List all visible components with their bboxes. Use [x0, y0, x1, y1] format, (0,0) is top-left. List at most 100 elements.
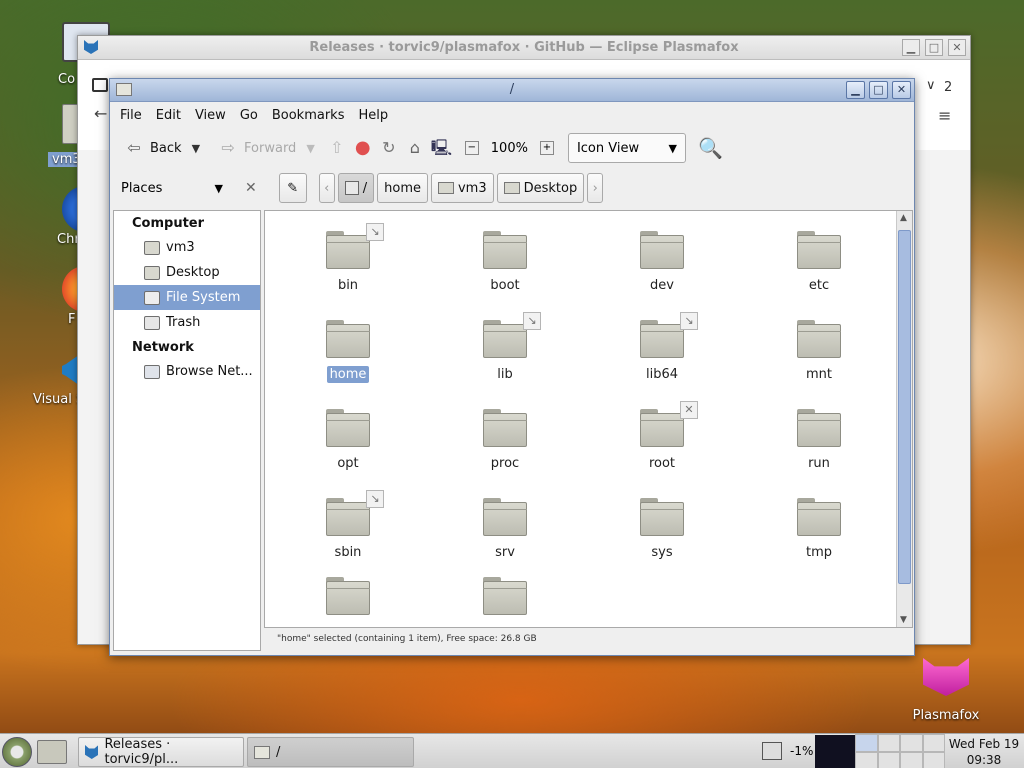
forward-button[interactable]: ⇨ Forward: [214, 133, 300, 163]
scroll-up-arrow-icon[interactable]: ▲: [900, 213, 907, 223]
crumb-desktop[interactable]: Desktop: [496, 173, 585, 203]
chevron-down-icon[interactable]: ∨: [926, 78, 936, 93]
home-folder-icon: [144, 240, 160, 255]
sidebar-item-vm3[interactable]: vm3: [114, 235, 260, 260]
folder-name: lib: [497, 367, 513, 382]
folder-item[interactable]: ✕ root: [602, 401, 722, 472]
sidepane-select[interactable]: Places ▼: [113, 173, 229, 203]
folder-item[interactable]: mnt: [759, 320, 879, 383]
fm-title: /: [509, 82, 515, 97]
folder-name: sys: [651, 545, 673, 560]
drive-icon: [344, 181, 359, 195]
folder-item[interactable]: [445, 577, 565, 615]
workspace-3[interactable]: [900, 734, 923, 752]
show-desktop-button[interactable]: [37, 740, 67, 764]
workspace-4[interactable]: [922, 734, 945, 752]
path-scroll-left[interactable]: ‹: [318, 173, 335, 203]
home-icon[interactable]: ⌂: [405, 138, 425, 158]
menu-view[interactable]: View: [195, 108, 226, 123]
path-scroll-right[interactable]: ›: [587, 173, 604, 203]
folder-item[interactable]: dev: [602, 231, 722, 294]
folder-item[interactable]: boot: [445, 231, 565, 294]
clock[interactable]: Wed Feb 19 09:38: [946, 736, 1022, 768]
close-button[interactable]: ✕: [892, 81, 911, 99]
stop-icon[interactable]: ●: [353, 138, 373, 158]
sidebar-item-trash[interactable]: Trash: [114, 310, 260, 335]
folder-item[interactable]: etc: [759, 231, 879, 294]
folder-name: run: [808, 456, 830, 471]
folder-item[interactable]: ↘ sbin: [288, 490, 408, 561]
clock-time: 09:38: [966, 753, 1002, 767]
folder-item[interactable]: proc: [445, 409, 565, 472]
workspace-2[interactable]: [877, 734, 900, 752]
menu-bookmarks[interactable]: Bookmarks: [272, 108, 345, 123]
icon-view[interactable]: ↘ bin boot dev etc home ↘ lib ↘ lib64 mnt opt proc ✕ r…: [264, 210, 913, 628]
task-browser[interactable]: Releases · torvic9/pl...: [78, 737, 244, 767]
menu-go[interactable]: Go: [240, 108, 258, 123]
desktop-icon-plasmafox[interactable]: Plasmafox: [910, 658, 982, 723]
sidebar-item-desktop[interactable]: Desktop: [114, 260, 260, 285]
forward-history-dropdown[interactable]: ▼: [306, 142, 314, 155]
up-arrow-icon[interactable]: ⇧: [327, 138, 347, 158]
crumb-vm3[interactable]: vm3: [430, 173, 494, 203]
folder-icon: [797, 498, 841, 536]
folder-item[interactable]: ↘ lib: [445, 312, 565, 383]
folder-item[interactable]: ↘ bin: [288, 223, 408, 294]
cpu-monitor-icon[interactable]: [762, 742, 782, 760]
workspace-1[interactable]: [855, 734, 878, 752]
workspace-8[interactable]: [922, 751, 945, 768]
workspace-pager[interactable]: [855, 734, 945, 768]
task-file-manager[interactable]: /: [247, 737, 414, 767]
maximize-button[interactable]: □: [925, 39, 943, 56]
fm-titlebar[interactable]: / ▁ □ ✕: [110, 79, 914, 102]
desktop-folder-icon: [144, 265, 160, 280]
minimize-button[interactable]: ▁: [902, 39, 920, 56]
search-icon[interactable]: 🔍: [698, 136, 723, 160]
close-button[interactable]: ✕: [948, 39, 966, 56]
folder-item[interactable]: run: [759, 409, 879, 472]
vertical-scrollbar[interactable]: ▲ ▼: [896, 211, 912, 627]
symlink-emblem-icon: ↘: [680, 312, 698, 330]
folder-item[interactable]: home: [288, 320, 408, 383]
back-history-dropdown[interactable]: ▼: [192, 142, 200, 155]
crumb-root[interactable]: /: [337, 173, 375, 203]
folder-item[interactable]: opt: [288, 409, 408, 472]
workspace-6[interactable]: [877, 751, 900, 768]
computer-icon[interactable]: 🖳: [431, 138, 452, 158]
workspace-5[interactable]: [855, 751, 878, 768]
folder-icon: [483, 498, 527, 536]
crumb-home[interactable]: home: [377, 173, 428, 203]
maximize-button[interactable]: □: [869, 81, 888, 99]
menu-help[interactable]: Help: [358, 108, 388, 123]
edit-location-button[interactable]: ✎: [278, 173, 307, 203]
file-manager-window[interactable]: / ▁ □ ✕ File Edit View Go Bookmarks Help…: [109, 78, 915, 656]
back-button[interactable]: ⇦ Back: [120, 133, 186, 163]
sidebar-item-browse-network[interactable]: Browse Net...: [114, 359, 260, 384]
menu-edit[interactable]: Edit: [156, 108, 181, 123]
sidebar-item-file-system[interactable]: File System: [114, 285, 260, 310]
minimize-button[interactable]: ▁: [846, 81, 865, 99]
folder-icon: [483, 231, 527, 269]
scroll-down-arrow-icon[interactable]: ▼: [900, 615, 907, 625]
back-arrow-icon[interactable]: ←: [94, 104, 107, 123]
zoom-out-icon[interactable]: −: [464, 141, 479, 155]
folder-item[interactable]: tmp: [759, 498, 879, 561]
scrollbar-thumb[interactable]: [898, 230, 911, 584]
folder-item[interactable]: ↘ lib64: [602, 312, 722, 383]
app-menu-button[interactable]: [2, 737, 32, 767]
view-mode-select[interactable]: Icon View ▼: [567, 133, 686, 163]
folder-item[interactable]: [288, 577, 408, 615]
zoom-in-icon[interactable]: +: [539, 141, 554, 155]
folder-item[interactable]: srv: [445, 498, 565, 561]
folder-item[interactable]: sys: [602, 498, 722, 561]
close-sidepane-icon[interactable]: ✕: [245, 180, 257, 196]
workspace-7[interactable]: [900, 751, 923, 768]
crumb-home-label: home: [384, 180, 421, 196]
hamburger-menu-icon[interactable]: ≡: [938, 106, 951, 125]
reload-icon[interactable]: ↻: [379, 138, 399, 158]
browser-titlebar[interactable]: Releases · torvic9/plasmafox · GitHub — …: [78, 36, 970, 60]
menu-file[interactable]: File: [120, 108, 142, 123]
tab-list-icon[interactable]: [92, 78, 108, 92]
sidebar-item-label: vm3: [166, 240, 195, 255]
symlink-emblem-icon: ↘: [523, 312, 541, 330]
